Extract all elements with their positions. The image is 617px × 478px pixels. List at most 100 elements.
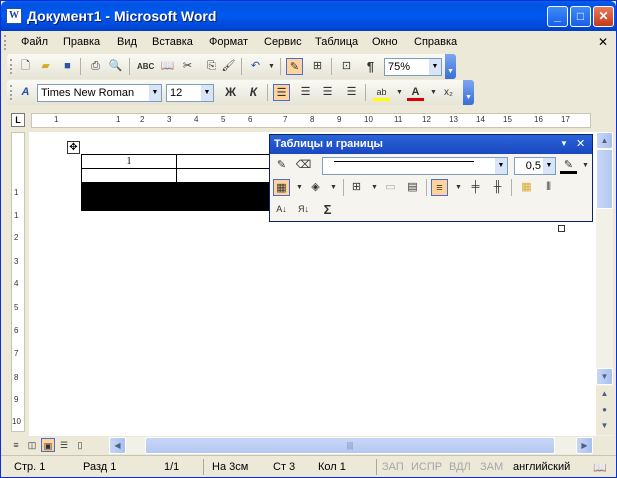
- horizontal-ruler[interactable]: 1 1 2 3 4 5 6 7 8 9 10 11 12 13 14 15 16…: [31, 113, 591, 128]
- merge-cells-icon[interactable]: ▭: [382, 179, 399, 196]
- zoom-select[interactable]: 75% ▼: [384, 58, 442, 76]
- align-cell-icon[interactable]: ≡: [431, 179, 448, 196]
- show-hide-icon[interactable]: ¶: [362, 58, 379, 75]
- vertical-scrollbar[interactable]: ▲ ▼ ▲ ● ▼: [596, 132, 613, 436]
- line-style-dropdown-icon[interactable]: ▼: [495, 158, 507, 174]
- research-icon[interactable]: 📖: [159, 58, 176, 75]
- highlight-dropdown-icon[interactable]: ▼: [391, 84, 408, 101]
- menu-tools[interactable]: Сервис: [264, 36, 302, 48]
- scroll-left-icon[interactable]: ◀: [109, 437, 126, 454]
- horizontal-scroll-thumb[interactable]: |||: [145, 437, 555, 454]
- undo-dropdown-icon[interactable]: ▼: [263, 58, 280, 75]
- distribute-rows-icon[interactable]: ╪: [467, 179, 484, 196]
- border-color-icon[interactable]: ✎: [560, 157, 577, 174]
- text-direction-icon[interactable]: ⫴: [540, 179, 557, 196]
- distribute-columns-icon[interactable]: ╫: [489, 179, 506, 196]
- insert-table-icon[interactable]: ⊞: [309, 58, 326, 75]
- highlight-icon[interactable]: ab: [373, 84, 390, 101]
- table-cell[interactable]: 1: [81, 154, 177, 169]
- vertical-scroll-thumb[interactable]: [596, 149, 613, 209]
- shading-color-icon[interactable]: ◈: [307, 179, 324, 196]
- toolbar-options-icon[interactable]: ▼: [463, 80, 474, 105]
- minimize-button[interactable]: _: [547, 6, 568, 27]
- table-cell[interactable]: [81, 196, 177, 211]
- toolbar-options-icon[interactable]: ▼: [445, 54, 456, 79]
- word-app-icon[interactable]: W: [6, 8, 22, 24]
- status-ext[interactable]: ВДЛ: [449, 461, 471, 473]
- sort-ascending-icon[interactable]: A↓: [273, 201, 290, 218]
- justify-icon[interactable]: ☰: [343, 84, 360, 101]
- scroll-down-icon[interactable]: ▼: [596, 368, 613, 385]
- table-resize-handle[interactable]: [558, 225, 565, 232]
- status-ovr[interactable]: ЗАМ: [480, 461, 503, 473]
- web-view-icon[interactable]: ◫: [25, 438, 39, 452]
- toolbar-close-icon[interactable]: ✕: [576, 137, 585, 150]
- document-map-icon[interactable]: ⊡: [338, 58, 355, 75]
- insert-table-icon[interactable]: ⊞: [348, 179, 365, 196]
- save-icon[interactable]: ■: [59, 58, 76, 75]
- styles-icon[interactable]: A: [17, 84, 34, 101]
- close-button[interactable]: ✕: [593, 6, 614, 27]
- status-trk[interactable]: ИСПР: [411, 461, 442, 473]
- open-folder-icon[interactable]: ▰: [37, 58, 54, 75]
- print-preview-icon[interactable]: 🔍: [107, 58, 124, 75]
- table-move-handle-icon[interactable]: ✥: [67, 141, 80, 154]
- menu-grip[interactable]: [4, 35, 7, 50]
- font-select[interactable]: Times New Roman ▼: [37, 84, 162, 102]
- format-painter-icon[interactable]: 🖌: [220, 58, 237, 75]
- toolbar-grip[interactable]: [10, 59, 13, 74]
- line-style-select[interactable]: ▼: [322, 157, 508, 175]
- sort-descending-icon[interactable]: Я↓: [295, 201, 312, 218]
- bold-button[interactable]: Ж: [222, 84, 239, 101]
- status-rec[interactable]: ЗАП: [382, 461, 404, 473]
- borders-icon[interactable]: ▦: [273, 179, 290, 196]
- next-page-icon[interactable]: ▼: [596, 418, 613, 435]
- tables-borders-title[interactable]: Таблицы и границы: [270, 135, 592, 154]
- undo-icon[interactable]: ↶: [247, 58, 264, 75]
- font-color-icon[interactable]: A: [407, 84, 424, 101]
- subscript-icon[interactable]: x₂: [440, 84, 457, 101]
- menu-format[interactable]: Формат: [209, 36, 248, 48]
- align-cell-dropdown-icon[interactable]: ▼: [450, 179, 467, 196]
- table-cell[interactable]: [81, 168, 177, 183]
- insert-table-dropdown-icon[interactable]: ▼: [366, 179, 383, 196]
- normal-view-icon[interactable]: ≡: [9, 438, 23, 452]
- line-weight-dropdown-icon[interactable]: ▼: [543, 158, 555, 174]
- italic-button[interactable]: К: [245, 84, 262, 101]
- spelling-status-icon[interactable]: 📖: [593, 461, 607, 474]
- menu-insert[interactable]: Вставка: [152, 36, 193, 48]
- menu-file[interactable]: Файл: [21, 36, 48, 48]
- menu-table[interactable]: Таблица: [315, 36, 358, 48]
- draw-table-icon[interactable]: ✎: [273, 157, 290, 174]
- menu-window[interactable]: Окно: [372, 36, 398, 48]
- table-cell[interactable]: [81, 182, 177, 197]
- zoom-dropdown-icon[interactable]: ▼: [429, 59, 441, 75]
- cut-icon[interactable]: ✂: [179, 58, 196, 75]
- print-layout-icon[interactable]: ▣: [41, 438, 55, 452]
- menu-help[interactable]: Справка: [414, 36, 457, 48]
- vertical-ruler[interactable]: 1 1 2 3 4 5 6 7 8 9 10: [11, 132, 25, 432]
- border-color-dropdown-icon[interactable]: ▼: [577, 157, 594, 174]
- eraser-icon[interactable]: ⌫: [295, 157, 312, 174]
- spelling-icon[interactable]: ABC: [137, 58, 154, 75]
- scroll-up-icon[interactable]: ▲: [596, 132, 613, 149]
- doc-close-icon[interactable]: ✕: [598, 35, 608, 49]
- shading-dropdown-icon[interactable]: ▼: [325, 179, 342, 196]
- align-left-icon[interactable]: ☰: [273, 84, 290, 101]
- tab-selector[interactable]: L: [11, 113, 25, 127]
- horizontal-scrollbar[interactable]: ◀ ||| ▶: [109, 437, 593, 454]
- line-weight-select[interactable]: 0,5 ▼: [514, 157, 556, 175]
- toolbar-grip[interactable]: [10, 85, 13, 100]
- font-dropdown-icon[interactable]: ▼: [149, 85, 161, 101]
- autosum-icon[interactable]: Σ: [319, 201, 336, 218]
- new-document-icon[interactable]: 🗋: [17, 58, 34, 75]
- select-browse-object-icon[interactable]: ●: [596, 402, 613, 419]
- print-icon[interactable]: ⎙: [87, 58, 104, 75]
- toolbar-menu-icon[interactable]: ▼: [560, 139, 568, 148]
- tables-borders-icon[interactable]: ✎: [286, 58, 303, 75]
- scroll-right-icon[interactable]: ▶: [576, 437, 593, 454]
- previous-page-icon[interactable]: ▲: [596, 386, 613, 403]
- maximize-button[interactable]: □: [570, 6, 591, 27]
- borders-dropdown-icon[interactable]: ▼: [291, 179, 308, 196]
- align-right-icon[interactable]: ☰: [319, 84, 336, 101]
